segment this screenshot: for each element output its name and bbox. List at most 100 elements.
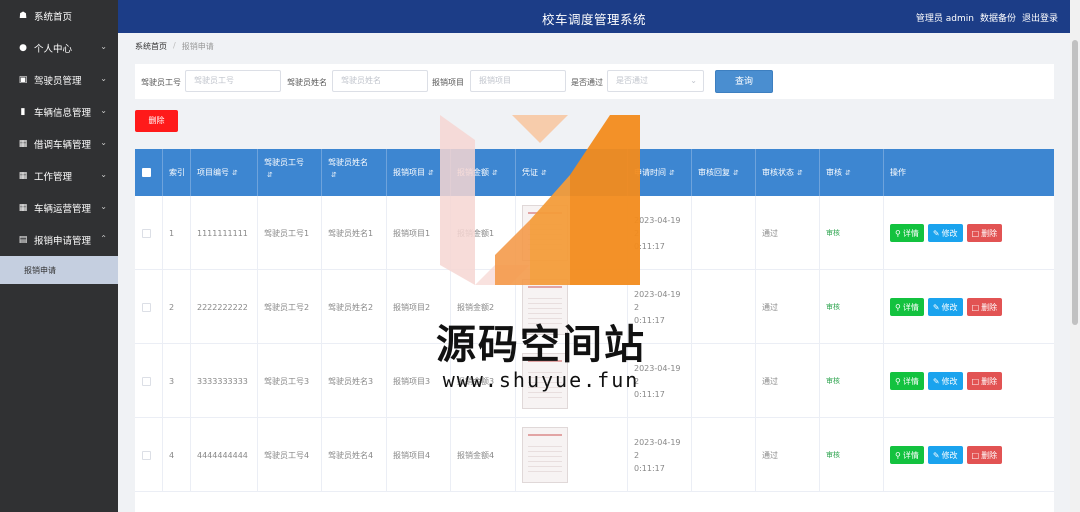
cell-actions: ⚲ 详情 ✎ 修改 □ 删除 [884, 196, 1054, 270]
row-checkbox[interactable] [142, 228, 151, 238]
driver-icon: ▣ [18, 75, 28, 85]
cell-voucher [516, 196, 628, 270]
sidebar-item-loan-vehicle[interactable]: ▦ 借调车辆管理 ⌄ [0, 128, 118, 160]
detail-button[interactable]: ⚲ 详情 [890, 224, 924, 242]
sidebar-item-personal-center[interactable]: ● 个人中心 ⌄ [0, 32, 118, 64]
sidebar-item-vehicle-operations[interactable]: ▦ 车辆运营管理 ⌄ [0, 192, 118, 224]
cell-driver-id: 驾驶员工号3 [258, 344, 322, 418]
delete-button[interactable]: □ 删除 [966, 372, 1003, 390]
cell-driver-name: 驾驶员姓名2 [322, 270, 387, 344]
edit-button[interactable]: ✎ 修改 [927, 298, 963, 316]
col-driver-name[interactable]: 驾驶员姓名 ⇵ [322, 149, 387, 196]
chevron-down-icon: ⌄ [100, 138, 107, 147]
sidebar-item-reimbursement[interactable]: ▤ 报销申请管理 ⌃ [0, 224, 118, 256]
review-link[interactable]: 审核 [820, 418, 884, 492]
cell-project-no: 2222222222 [191, 270, 258, 344]
driver-id-input[interactable]: 驾驶员工号 [185, 70, 281, 92]
grid-icon: ▦ [18, 139, 28, 149]
cell-review-reply [692, 270, 756, 344]
sidebar: ☗ 系统首页 ● 个人中心 ⌄ ▣ 驾驶员管理 ⌄ ▮ 车辆信息管理 ⌄ ▦ 借… [0, 0, 118, 512]
driver-name-input[interactable]: 驾驶员姓名 [332, 70, 428, 92]
data-backup-link[interactable]: 数据备份 [980, 11, 1016, 24]
select-all-checkbox[interactable] [142, 168, 151, 177]
col-project-no[interactable]: 项目编号 ⇵ [191, 149, 258, 196]
col-apply-time[interactable]: 申请时间 ⇵ [628, 149, 692, 196]
monitor-icon: ▮ [20, 107, 26, 117]
sidebar-item-work[interactable]: ▦ 工作管理 ⌄ [0, 160, 118, 192]
project-input[interactable]: 报销项目 [470, 70, 566, 92]
sidebar-item-label: 系统首页 [34, 12, 73, 23]
approved-select[interactable]: 是否通过 ⌄ [607, 70, 704, 92]
detail-button[interactable]: ⚲ 详情 [890, 298, 924, 316]
col-driver-id[interactable]: 驾驶员工号 ⇵ [258, 149, 322, 196]
row-checkbox[interactable] [142, 302, 151, 312]
edit-button[interactable]: ✎ 修改 [927, 446, 963, 464]
col-project-label: 报销项目 [393, 168, 425, 177]
sort-icon: ⇵ [733, 168, 739, 177]
search-icon: ⚲ [895, 228, 901, 238]
delete-button[interactable]: □ 删除 [966, 446, 1003, 464]
vertical-scrollbar[interactable] [1070, 0, 1080, 512]
review-link[interactable]: 审核 [820, 196, 884, 270]
col-review-reply[interactable]: 审核回复 ⇵ [692, 149, 756, 196]
trash-icon: □ [971, 376, 980, 386]
cell-index: 4 [163, 418, 191, 492]
col-apply-time-label: 申请时间 [634, 168, 666, 177]
row-select-cell [135, 344, 163, 418]
cell-review-reply [692, 418, 756, 492]
sidebar-item-vehicle-info[interactable]: ▮ 车辆信息管理 ⌄ [0, 96, 118, 128]
delete-button[interactable]: □ 删除 [966, 224, 1003, 242]
current-user: 管理员 admin [915, 14, 974, 24]
row-checkbox[interactable] [142, 376, 151, 386]
delete-button[interactable]: □ 删除 [966, 298, 1003, 316]
chevron-down-icon: ⌄ [690, 76, 697, 85]
chevron-up-icon: ⌃ [100, 234, 107, 243]
sidebar-subitem-reimbursement-apply[interactable]: 报销申请 [0, 256, 118, 284]
col-voucher[interactable]: 凭证 ⇵ [516, 149, 628, 196]
col-index[interactable]: 索引 [163, 149, 191, 196]
chevron-down-icon: ⌄ [100, 106, 107, 115]
cell-project: 报销项目4 [387, 418, 451, 492]
edit-button[interactable]: ✎ 修改 [927, 372, 963, 390]
row-checkbox[interactable] [142, 450, 151, 460]
trash-icon: □ [971, 302, 980, 312]
cell-review-reply [692, 344, 756, 418]
cell-driver-id: 驾驶员工号1 [258, 196, 322, 270]
pencil-icon: ✎ [932, 302, 940, 312]
breadcrumb-home[interactable]: 系统首页 [135, 41, 167, 52]
voucher-image[interactable] [522, 427, 568, 483]
delete-button-label: 删除 [981, 376, 998, 386]
sort-icon: ⇵ [797, 168, 803, 177]
col-voucher-label: 凭证 [522, 168, 538, 177]
review-link[interactable]: 审核 [820, 270, 884, 344]
person-icon: ● [19, 43, 27, 53]
edit-button-label: 修改 [941, 450, 958, 460]
detail-button[interactable]: ⚲ 详情 [890, 372, 924, 390]
review-link[interactable]: 审核 [820, 344, 884, 418]
cell-review-status: 通过 [756, 418, 820, 492]
scrollbar-thumb[interactable] [1072, 40, 1078, 325]
sort-icon: ⇵ [428, 168, 434, 177]
cell-review-status: 通过 [756, 344, 820, 418]
top-header: 校车调度管理系统 管理员 admin 数据备份 退出登录 [118, 0, 1070, 33]
col-amount[interactable]: 报销金额 ⇵ [451, 149, 516, 196]
logout-link[interactable]: 退出登录 [1022, 11, 1058, 24]
detail-button[interactable]: ⚲ 详情 [890, 446, 924, 464]
sidebar-item-driver-management[interactable]: ▣ 驾驶员管理 ⌄ [0, 64, 118, 96]
sidebar-item-home[interactable]: ☗ 系统首页 [0, 0, 118, 32]
cell-driver-name: 驾驶员姓名3 [322, 344, 387, 418]
edit-button[interactable]: ✎ 修改 [927, 224, 963, 242]
cell-voucher [516, 418, 628, 492]
apply-time-line-1: 2023-04-19 2 [634, 437, 681, 460]
edit-button-label: 修改 [941, 228, 958, 238]
batch-delete-button[interactable]: 删除 [135, 110, 178, 132]
cell-actions: ⚲ 详情 ✎ 修改 □ 删除 [884, 418, 1054, 492]
query-button[interactable]: 查询 [715, 70, 773, 93]
col-project[interactable]: 报销项目 ⇵ [387, 149, 451, 196]
search-icon: ⚲ [895, 450, 901, 460]
sidebar-item-label: 借调车辆管理 [34, 140, 92, 151]
col-review-status[interactable]: 审核状态 ⇵ [756, 149, 820, 196]
cell-index: 1 [163, 196, 191, 270]
col-review[interactable]: 审核 ⇵ [820, 149, 884, 196]
voucher-image[interactable] [522, 205, 568, 261]
